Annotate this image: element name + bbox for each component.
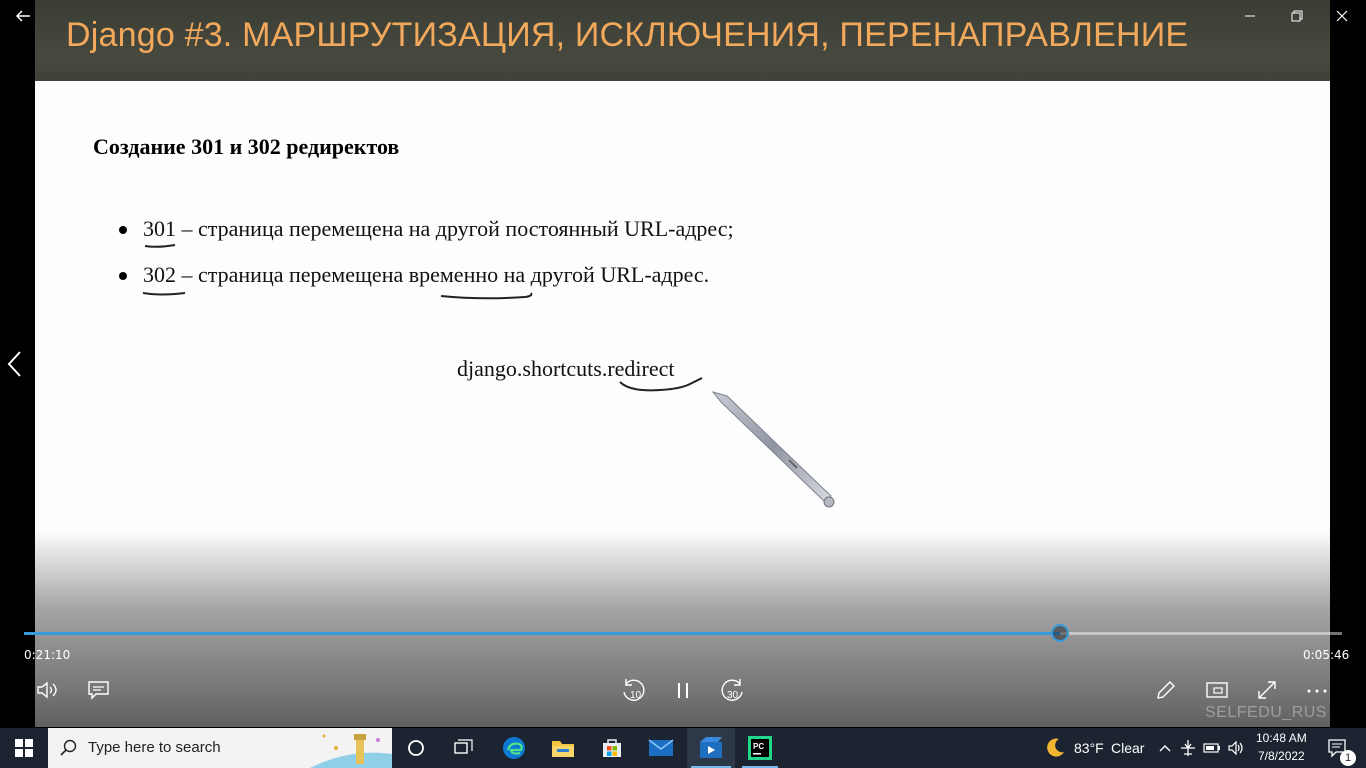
- minimize-icon: [1245, 15, 1255, 17]
- moon-icon: [1047, 738, 1064, 757]
- remaining-time: 0:05:46: [1303, 648, 1350, 662]
- chevron-up-icon: [1159, 745, 1171, 752]
- speaker-icon: [1228, 740, 1243, 756]
- elapsed-time: 0:21:10: [24, 648, 71, 662]
- rewind-10-icon: 10: [623, 679, 645, 701]
- back-button[interactable]: [10, 4, 38, 28]
- slide-bullet-list: 301 – страница перемещена на другой пост…: [115, 216, 734, 308]
- tray-overflow-button[interactable]: [1155, 728, 1175, 768]
- draw-button[interactable]: [1150, 676, 1182, 704]
- slide-heading: Создание 301 и 302 редиректов: [93, 134, 400, 159]
- seek-bar[interactable]: [24, 624, 1342, 642]
- mini-view-button[interactable]: [1201, 676, 1233, 704]
- battery-button[interactable]: [1202, 728, 1222, 768]
- pycharm-button[interactable]: PC: [738, 728, 782, 768]
- chevron-left-icon: [7, 351, 21, 377]
- rewind-10-button[interactable]: 10: [617, 676, 649, 704]
- bullet-code: 302: [143, 262, 176, 287]
- seek-bar-fill: [24, 632, 1060, 635]
- battery-icon: [1203, 743, 1220, 753]
- minimize-button[interactable]: [1230, 4, 1270, 28]
- bullet-text: – страница перемещена: [176, 262, 409, 287]
- previous-button[interactable]: [4, 348, 24, 380]
- cortana-icon: [408, 740, 424, 756]
- clock-date[interactable]: 7/8/2022: [1258, 749, 1305, 763]
- bullet-text: – страница перемещена на другой постоянн…: [176, 216, 734, 241]
- taskbar: Type here to search PC 83°F Clear 10:48 …: [0, 728, 1366, 768]
- captions-icon: [88, 681, 109, 700]
- code-emphasis: redirect: [607, 356, 675, 381]
- pause-button[interactable]: [667, 676, 699, 704]
- weather-temp[interactable]: 83°F: [1074, 740, 1104, 756]
- search-placeholder: Type here to search: [88, 739, 221, 756]
- bullet-301: 301 – страница перемещена на другой пост…: [115, 216, 734, 262]
- stylus-pen-image: [711, 391, 835, 508]
- cortana-button[interactable]: [396, 728, 436, 768]
- forward-30-icon: 30: [721, 679, 743, 701]
- start-button[interactable]: [0, 728, 48, 768]
- code-reference: django.shortcuts.redirect: [457, 356, 675, 382]
- volume-button[interactable]: [32, 676, 64, 704]
- rewind-label: 10: [630, 690, 642, 701]
- pause-icon: [678, 683, 688, 698]
- volume-icon: [37, 681, 57, 699]
- pycharm-icon: PC: [748, 736, 772, 760]
- weather-condition[interactable]: Clear: [1111, 740, 1144, 756]
- video-title: Django #3. МАРШРУТИЗАЦИЯ, ИСКЛЮЧЕНИЯ, ПЕ…: [66, 16, 1189, 54]
- close-icon: [1336, 10, 1348, 22]
- fullscreen-icon: [1258, 681, 1276, 699]
- notifications-button[interactable]: 1: [1318, 728, 1358, 768]
- mini-view-icon: [1206, 682, 1228, 698]
- volume-tray-button[interactable]: [1226, 728, 1246, 768]
- store-button[interactable]: [592, 728, 632, 768]
- seek-bar-thumb[interactable]: [1050, 624, 1069, 642]
- taskbar-search[interactable]: Type here to search: [48, 728, 392, 768]
- airplane-mode-button[interactable]: [1178, 728, 1198, 768]
- bullet-emphasis: временно: [408, 262, 499, 287]
- task-view-button[interactable]: [444, 728, 484, 768]
- file-explorer-button[interactable]: [543, 728, 583, 768]
- bullet-302: 302 – страница перемещена временно на др…: [115, 262, 734, 308]
- pen-icon: [1157, 681, 1175, 699]
- task-view-icon: [454, 739, 473, 754]
- channel-watermark: SELFEDU_RUS: [1205, 704, 1327, 721]
- code-prefix: django.shortcuts.: [457, 356, 608, 381]
- video-frame[interactable]: Django #3. МАРШРУТИЗАЦИЯ, ИСКЛЮЧЕНИЯ, ПЕ…: [35, 0, 1330, 727]
- movies-tv-button[interactable]: [687, 728, 735, 768]
- weather-button[interactable]: [1040, 728, 1070, 768]
- notification-badge: 1: [1340, 750, 1356, 766]
- forward-30-button[interactable]: 30: [717, 676, 749, 704]
- movies-tv-icon: [700, 737, 722, 758]
- airplane-icon: [1181, 740, 1195, 756]
- arrow-left-icon: [15, 10, 30, 22]
- close-button[interactable]: [1322, 4, 1362, 28]
- restore-icon: [1291, 10, 1303, 22]
- search-highlight-image: [310, 734, 392, 768]
- bullet-text: на другой URL-адрес.: [498, 262, 710, 287]
- edge-button[interactable]: [494, 728, 534, 768]
- mail-icon: [648, 739, 674, 756]
- more-options-button[interactable]: [1301, 676, 1333, 704]
- svg-text:PC: PC: [753, 742, 764, 751]
- store-icon: [603, 739, 621, 757]
- clock-time[interactable]: 10:48 AM: [1256, 731, 1307, 745]
- bullet-code: 301: [143, 216, 176, 241]
- captions-button[interactable]: [83, 676, 115, 704]
- start-icon: [15, 739, 33, 757]
- mail-button[interactable]: [641, 728, 681, 768]
- more-icon: [1307, 689, 1327, 693]
- forward-label: 30: [727, 690, 739, 701]
- video-title-bar: Django #3. МАРШРУТИЗАЦИЯ, ИСКЛЮЧЕНИЯ, ПЕ…: [35, 0, 1330, 81]
- edge-icon: [503, 737, 525, 759]
- file-explorer-icon: [552, 741, 574, 757]
- search-icon: [60, 739, 77, 756]
- fullscreen-button[interactable]: [1251, 676, 1283, 704]
- restore-button[interactable]: [1276, 4, 1316, 28]
